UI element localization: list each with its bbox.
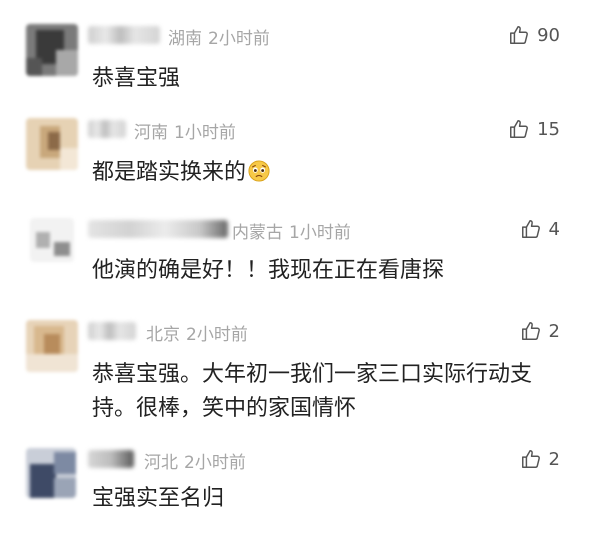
comment-text: 宝强实至名归 (92, 482, 562, 516)
comment-text: 恭喜宝强。大年初一我们一家三口实际行动支持。很棒，笑中的家国情怀 (92, 358, 554, 426)
like-count: 4 (548, 218, 560, 240)
username[interactable] (88, 322, 136, 340)
like-count: 90 (537, 24, 560, 46)
comment-item: 内蒙古 1小时前 4 他演的确是好！！我现在正在看唐探 (0, 218, 590, 298)
comment-meta: 内蒙古 1小时前 (232, 218, 351, 243)
username[interactable] (88, 450, 134, 468)
thumbs-up-icon (510, 120, 529, 138)
location: 内蒙古 (232, 223, 283, 243)
comment-text-body: 都是踏实换来的 (92, 160, 247, 185)
comment-text: 都是踏实换来的 (92, 156, 562, 190)
thumbs-up-icon (521, 450, 540, 468)
thumbs-up-icon (510, 26, 529, 44)
comment-meta: 河南 1小时前 (134, 118, 236, 143)
location: 湖南 (168, 29, 202, 49)
comment-item: 北京 2小时前 2 恭喜宝强。大年初一我们一家三口实际行动支持。很棒，笑中的家国情… (0, 320, 590, 430)
comment-text-body: 宝强实至名归 (92, 486, 225, 511)
comment-meta: 河北 2小时前 (144, 448, 246, 473)
like-button[interactable]: 2 (520, 320, 560, 342)
comment-item: 河北 2小时前 2 宝强实至名归 (0, 448, 590, 528)
comment-text-body: 他演的确是好！！我现在正在看唐探 (92, 258, 445, 283)
like-button[interactable]: 90 (508, 24, 560, 46)
location: 河南 (134, 123, 168, 143)
comment-text: 恭喜宝强 (92, 62, 562, 96)
comment-meta: 北京 2小时前 (146, 320, 248, 345)
comment-meta: 湖南 2小时前 (168, 24, 270, 49)
comment-text-body: 恭喜宝强。大年初一我们一家三口实际行动支持。很棒，笑中的家国情怀 (92, 362, 533, 421)
timestamp: 1小时前 (174, 123, 236, 143)
location: 河北 (144, 453, 178, 473)
thumbs-up-icon (521, 322, 540, 340)
pleading-face-emoji (248, 160, 270, 182)
timestamp: 1小时前 (289, 223, 351, 243)
like-button[interactable]: 15 (508, 118, 560, 140)
avatar[interactable] (26, 118, 78, 170)
avatar[interactable] (30, 218, 74, 262)
avatar[interactable] (26, 320, 78, 372)
like-count: 2 (548, 448, 560, 470)
avatar[interactable] (26, 24, 78, 76)
comment-item: 湖南 2小时前 90 恭喜宝强 (0, 24, 590, 110)
comment-item: 河南 1小时前 15 都是踏实换来的 (0, 118, 590, 204)
username[interactable] (88, 120, 126, 138)
timestamp: 2小时前 (208, 29, 270, 49)
comment-text-body: 恭喜宝强 (92, 66, 181, 91)
comment-text: 他演的确是好！！我现在正在看唐探 (92, 254, 562, 288)
like-count: 2 (548, 320, 560, 342)
like-button[interactable]: 4 (520, 218, 560, 240)
username[interactable] (88, 26, 160, 44)
avatar[interactable] (26, 448, 76, 498)
timestamp: 2小时前 (184, 453, 246, 473)
username[interactable] (88, 220, 228, 238)
timestamp: 2小时前 (186, 325, 248, 345)
thumbs-up-icon (521, 220, 540, 238)
like-button[interactable]: 2 (520, 448, 560, 470)
like-count: 15 (537, 118, 560, 140)
location: 北京 (146, 325, 180, 345)
